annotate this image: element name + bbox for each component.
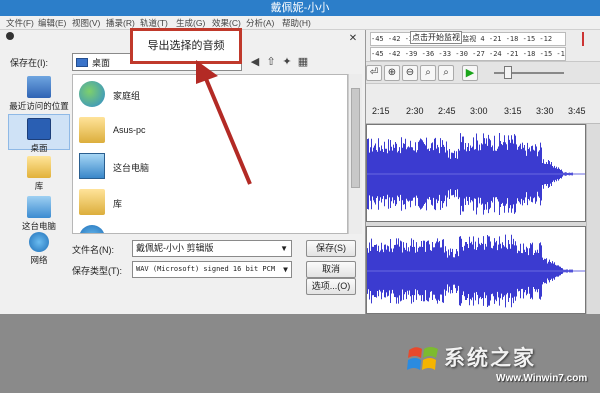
- menu-view[interactable]: 视图(V): [72, 16, 100, 30]
- fit-selection-icon[interactable]: ⌕: [420, 65, 436, 81]
- window-title: 戴佩妮-小小: [270, 2, 330, 14]
- homegroup-icon: [79, 81, 105, 107]
- place-desktop[interactable]: 桌面: [8, 114, 70, 153]
- computer-icon: [79, 153, 105, 179]
- fit-project-icon[interactable]: ⌕: [438, 65, 454, 81]
- filename-field[interactable]: 戴佩妮-小小 剪辑版 ▼: [132, 240, 292, 257]
- chevron-down-icon[interactable]: ▼: [280, 241, 288, 256]
- timeline-tick: 2:15: [372, 106, 390, 116]
- export-tooltip: 导出选择的音频: [130, 28, 242, 64]
- waveform-right-channel[interactable]: [366, 226, 586, 314]
- vertical-scrollbar[interactable]: [586, 124, 600, 314]
- watermark-text: 系统之家: [444, 346, 536, 370]
- dialog-app-icon: [6, 32, 14, 40]
- list-item-label: 家庭组: [113, 91, 141, 101]
- timeline-ruler[interactable]: 2:15 2:30 2:45 3:00 3:15 3:30 3:45: [366, 84, 600, 124]
- place-label: 网络: [30, 255, 48, 265]
- edit-toolbar: ⏎ ⊕ ⊖ ⌕ ⌕ ▶: [366, 62, 600, 84]
- save-in-label: 保存在(I):: [10, 58, 48, 68]
- waveform-left-channel[interactable]: [366, 124, 586, 222]
- waveform-graphic: [367, 132, 585, 216]
- network-icon: [79, 225, 105, 233]
- desktop-folder-icon: [76, 58, 88, 67]
- filename-label: 文件名(N):: [72, 245, 114, 255]
- place-label: 桌面: [30, 143, 48, 153]
- place-label: 库: [34, 181, 44, 191]
- scrollbar-thumb[interactable]: [351, 88, 360, 188]
- timeline-tick: 2:30: [406, 106, 424, 116]
- this-pc-icon: [27, 196, 51, 218]
- timeline-tick: 3:00: [470, 106, 488, 116]
- filetype-dropdown[interactable]: WAV (Microsoft) signed 16 bit PCM ▼: [132, 261, 292, 278]
- network-icon: [29, 232, 49, 252]
- monitor-tooltip: 点击开始监视: [410, 31, 462, 44]
- timeline-tick: 3:30: [536, 106, 554, 116]
- timeline-tick: 3:15: [504, 106, 522, 116]
- menu-analyze[interactable]: 分析(A): [246, 16, 274, 30]
- recent-places-icon: [27, 76, 51, 98]
- cancel-button[interactable]: 取消: [306, 261, 356, 278]
- menu-file[interactable]: 文件(F): [6, 16, 34, 30]
- filetype-value: WAV (Microsoft) signed 16 bit PCM: [136, 265, 276, 273]
- app-titlebar: 戴佩妮-小小: [0, 0, 600, 16]
- list-item-label: 库: [113, 199, 123, 209]
- options-button[interactable]: 选项...(O): [306, 278, 356, 295]
- menu-bar: 文件(F) 编辑(E) 视图(V) 播录(R) 轨道(T) 生成(G) 效果(C…: [0, 16, 600, 30]
- place-library[interactable]: 库: [8, 156, 70, 192]
- place-this-pc[interactable]: 这台电脑: [8, 196, 70, 232]
- watermark-url: Www.Winwin7.com: [496, 373, 588, 384]
- filename-value: 戴佩妮-小小 剪辑版: [136, 243, 214, 253]
- library-icon: [27, 156, 51, 178]
- zoom-in-icon[interactable]: ⊕: [384, 65, 400, 81]
- view-menu-icon[interactable]: ▦: [296, 55, 310, 69]
- place-recent[interactable]: 最近访问的位置: [8, 76, 70, 112]
- list-item[interactable]: [79, 223, 279, 233]
- annotation-arrow: [196, 60, 252, 185]
- play-icon[interactable]: ▶: [462, 65, 478, 81]
- desktop-icon: [27, 118, 51, 140]
- place-label: 最近访问的位置: [9, 101, 69, 111]
- places-bar: 最近访问的位置 桌面 库 这台电脑 网络: [8, 74, 70, 306]
- location-value: 桌面: [92, 58, 111, 68]
- speed-slider-thumb[interactable]: [504, 66, 512, 79]
- close-icon[interactable]: ✕: [346, 33, 360, 45]
- windows-logo-icon: [407, 347, 438, 370]
- library-folder-icon: [79, 189, 105, 215]
- place-network[interactable]: 网络: [8, 232, 70, 266]
- zoom-out-icon[interactable]: ⊖: [402, 65, 418, 81]
- cut-icon[interactable]: ⏎: [366, 65, 382, 81]
- meter-peak-mark: [582, 32, 596, 46]
- list-item-label: 这台电脑: [113, 163, 150, 173]
- menu-help[interactable]: 帮助(H): [282, 16, 311, 30]
- meter-toolbar: -45 -42 -39 -3 点击开始监视 4 -21 -18 -15 -12 …: [366, 30, 600, 62]
- timeline-tick: 3:45: [568, 106, 586, 116]
- timeline-tick: 2:45: [438, 106, 456, 116]
- up-folder-icon[interactable]: ⇧: [264, 55, 278, 69]
- menu-edit[interactable]: 编辑(E): [38, 16, 66, 30]
- chevron-down-icon[interactable]: ▼: [283, 262, 288, 277]
- place-label: 这台电脑: [21, 221, 56, 231]
- waveform-graphic: [367, 234, 585, 308]
- recording-meter[interactable]: -45 -42 -39 -3 点击开始监视 4 -21 -18 -15 -12: [370, 32, 566, 46]
- list-item[interactable]: 库: [79, 187, 279, 221]
- new-folder-icon[interactable]: ✦: [280, 55, 294, 69]
- playback-meter[interactable]: -45 -42 -39 -36 -33 -30 -27 -24 -21 -18 …: [370, 47, 566, 61]
- watermark: 系统之家 Www.Winwin7.com: [400, 336, 600, 393]
- save-button[interactable]: 保存(S): [306, 240, 356, 257]
- filetype-label: 保存类型(T):: [72, 266, 122, 276]
- list-item-label: Asus-pc: [113, 125, 146, 135]
- file-list-scrollbar[interactable]: [348, 74, 362, 234]
- arrow-shaft: [202, 73, 252, 185]
- user-folder-icon: [79, 117, 105, 143]
